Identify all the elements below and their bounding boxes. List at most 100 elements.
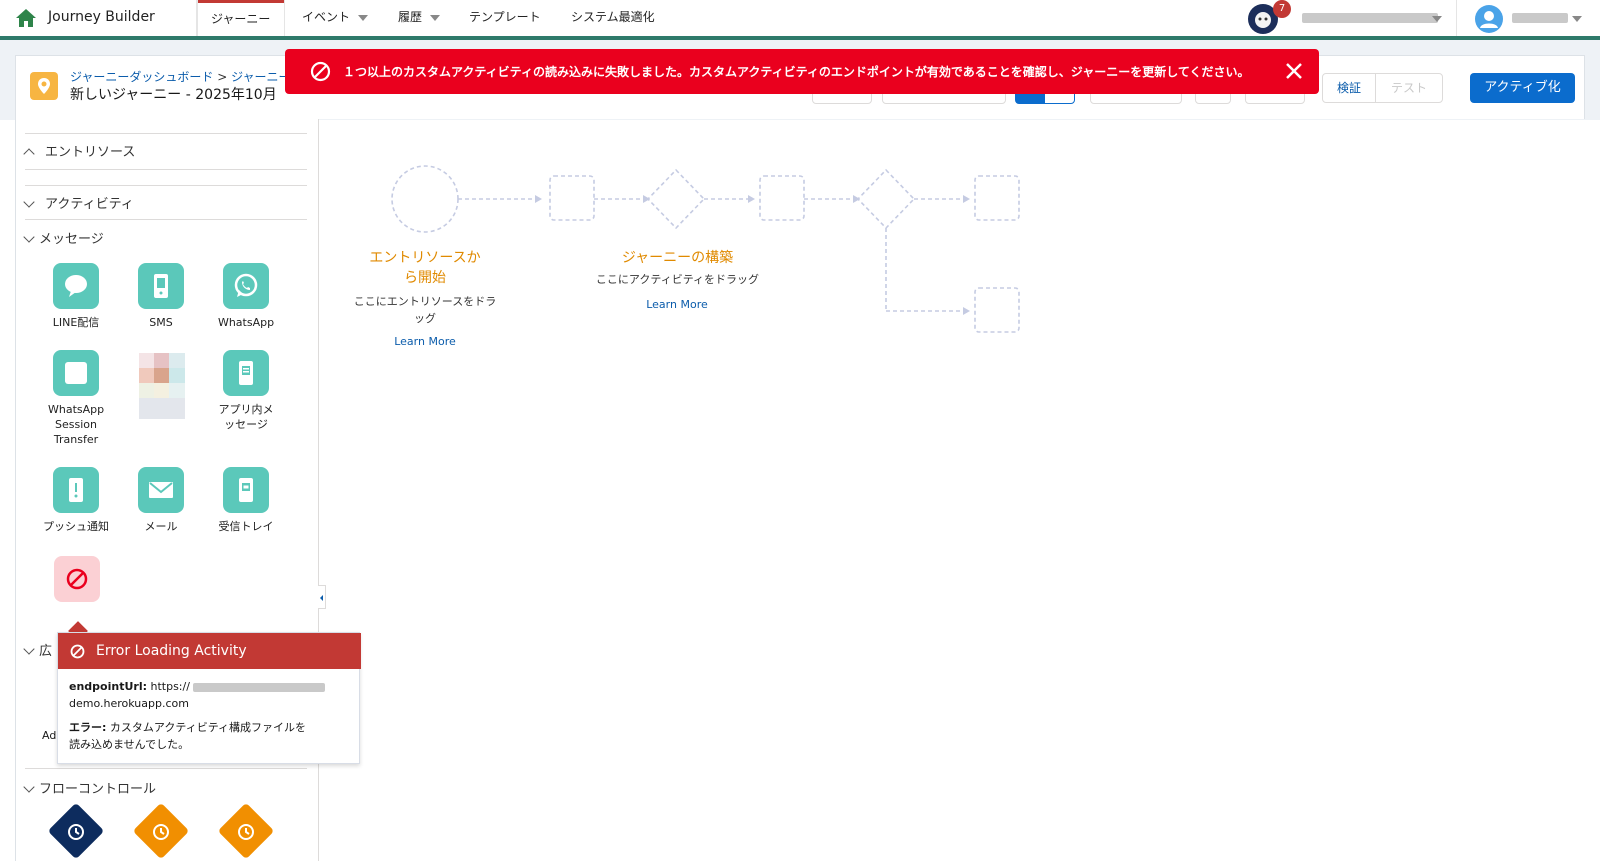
activity-drop-zone [974, 175, 1020, 221]
breadcrumb-parent-link[interactable]: ジャーニーダッシュボード [70, 70, 213, 84]
chevron-down-icon [430, 14, 441, 21]
redacted-endpoint [193, 682, 326, 692]
collapse-panel-handle[interactable] [318, 585, 326, 609]
endpoint-url-suffix: demo.herokuapp.com [69, 697, 189, 710]
entry-title-line: ら開始 [404, 270, 446, 286]
chat-bubble-icon [53, 263, 99, 309]
push-icon [53, 467, 99, 513]
divider [25, 133, 307, 134]
chevron-up-icon [23, 148, 35, 160]
activity-label: メール [144, 520, 178, 533]
endpoint-prefix: https:// [150, 680, 190, 693]
decision-drop-zone [646, 168, 706, 230]
error-line: エラー: カスタムアクティビティ構成ファイルを [69, 719, 306, 736]
chevron-down-icon [23, 196, 35, 208]
tab-journey[interactable]: ジャーニー [197, 0, 285, 37]
activity-label: WhatsApp Session Transfer [48, 403, 105, 446]
tab-label: イベント [302, 10, 351, 24]
tab-label: 履歴 [398, 10, 423, 24]
chevron-down-icon [358, 14, 369, 21]
clock-icon [238, 824, 254, 840]
blank-square-icon [53, 350, 99, 396]
tab-label: システム最適化 [571, 10, 655, 24]
activity-push-notification[interactable]: プッシュ通知 [34, 467, 118, 534]
activity-label: SMS [149, 316, 173, 329]
home-icon[interactable] [15, 8, 37, 28]
activity-label: WhatsApp [217, 316, 275, 329]
entry-learn-more-link[interactable]: Learn More [365, 335, 485, 348]
ads-activity-label: Ad [42, 729, 57, 742]
breadcrumb-current[interactable]: ジャーニー [231, 70, 290, 84]
chevron-down-icon [23, 781, 35, 793]
app-title: Journey Builder [48, 9, 155, 25]
section-ads[interactable]: 広 [23, 640, 53, 659]
divider [25, 169, 307, 170]
build-description: ここにアクティビティをドラッグ [595, 273, 760, 286]
close-icon[interactable] [1283, 60, 1305, 82]
journey-name[interactable]: 新しいジャーニー - 2025年10月 [70, 84, 277, 104]
tab-events[interactable]: イベント [288, 0, 382, 37]
entry-title: エントリソースか ら開始 [355, 247, 495, 287]
section-entry-sources[interactable]: エントリソース [23, 141, 136, 160]
error-text: カスタムアクティビティ構成ファイルを [109, 721, 307, 734]
redacted-user-name [1512, 13, 1568, 23]
divider [25, 219, 307, 220]
tab-system-optimization[interactable]: システム最適化 [557, 0, 669, 37]
error-loading-activity-popover: Error Loading Activity endpointUrl: http… [57, 632, 361, 764]
activity-inbox[interactable]: 受信トレイ [204, 467, 288, 534]
popover-title: Error Loading Activity [96, 643, 247, 659]
activity-sms[interactable]: SMS [119, 263, 203, 330]
build-learn-more-link[interactable]: Learn More [617, 298, 737, 311]
in-app-icon [223, 350, 269, 396]
section-label: アクティビティ [45, 197, 134, 212]
notification-badge: 7 [1273, 0, 1291, 18]
ban-icon [66, 568, 88, 590]
section-label: メッセージ [39, 232, 104, 247]
chevron-down-icon[interactable] [1432, 16, 1442, 22]
tab-templates[interactable]: テンプレート [455, 0, 555, 37]
clock-icon [153, 824, 169, 840]
divider [25, 185, 307, 186]
entry-title-line: エントリソースか [369, 250, 481, 266]
inbox-icon [223, 467, 269, 513]
decision-drop-zone [856, 168, 916, 230]
section-flow-control[interactable]: フローコントロール [23, 778, 156, 797]
chevron-down-icon [23, 231, 35, 243]
tab-history[interactable]: 履歴 [384, 0, 454, 37]
section-messages[interactable]: メッセージ [23, 228, 104, 247]
activity-line[interactable]: LINE配信 [34, 263, 118, 330]
redacted-org-name [1302, 13, 1438, 23]
build-title: ジャーニーの構築 [621, 250, 734, 266]
divider [25, 768, 307, 769]
test-button[interactable]: テスト [1375, 73, 1443, 103]
activity-label: プッシュ通知 [43, 520, 109, 533]
avatar[interactable] [1475, 5, 1503, 33]
redacted-activity-icon [139, 353, 185, 419]
activity-drop-zone [549, 175, 595, 221]
failed-custom-activity[interactable] [54, 556, 100, 602]
breadcrumb-separator: > [217, 70, 228, 84]
chevron-left-icon [320, 595, 323, 601]
toast-message: １つ以上のカスタムアクティビティの読み込みに失敗しました。カスタムアクティビティ… [343, 65, 1250, 79]
chevron-down-icon[interactable] [1572, 16, 1582, 22]
validate-button[interactable]: 検証 [1322, 73, 1376, 103]
chevron-down-icon [23, 643, 35, 655]
activity-email[interactable]: メール [119, 467, 203, 534]
popover-header: Error Loading Activity [58, 633, 361, 669]
section-activities[interactable]: アクティビティ [23, 193, 134, 212]
journey-icon [30, 72, 58, 100]
activity-in-app-message[interactable]: アプリ内メッセージ [204, 350, 288, 432]
email-icon [138, 467, 184, 513]
section-label: エントリソース [45, 145, 136, 160]
activity-whatsapp-session-transfer[interactable]: WhatsApp Session Transfer [34, 350, 118, 447]
entry-description: ここにエントリソースをドラ ッグ [340, 293, 510, 327]
clock-icon [68, 824, 84, 840]
entry-source-drop-zone [391, 165, 459, 233]
activate-button[interactable]: アクティブ化 [1470, 73, 1575, 103]
section-label: 広 [39, 644, 53, 659]
divider [1456, 0, 1457, 37]
activity-whatsapp[interactable]: WhatsApp [204, 263, 288, 330]
tab-label: テンプレート [469, 10, 541, 24]
divider [197, 0, 198, 37]
breadcrumb: ジャーニーダッシュボード > ジャーニー [70, 68, 291, 85]
